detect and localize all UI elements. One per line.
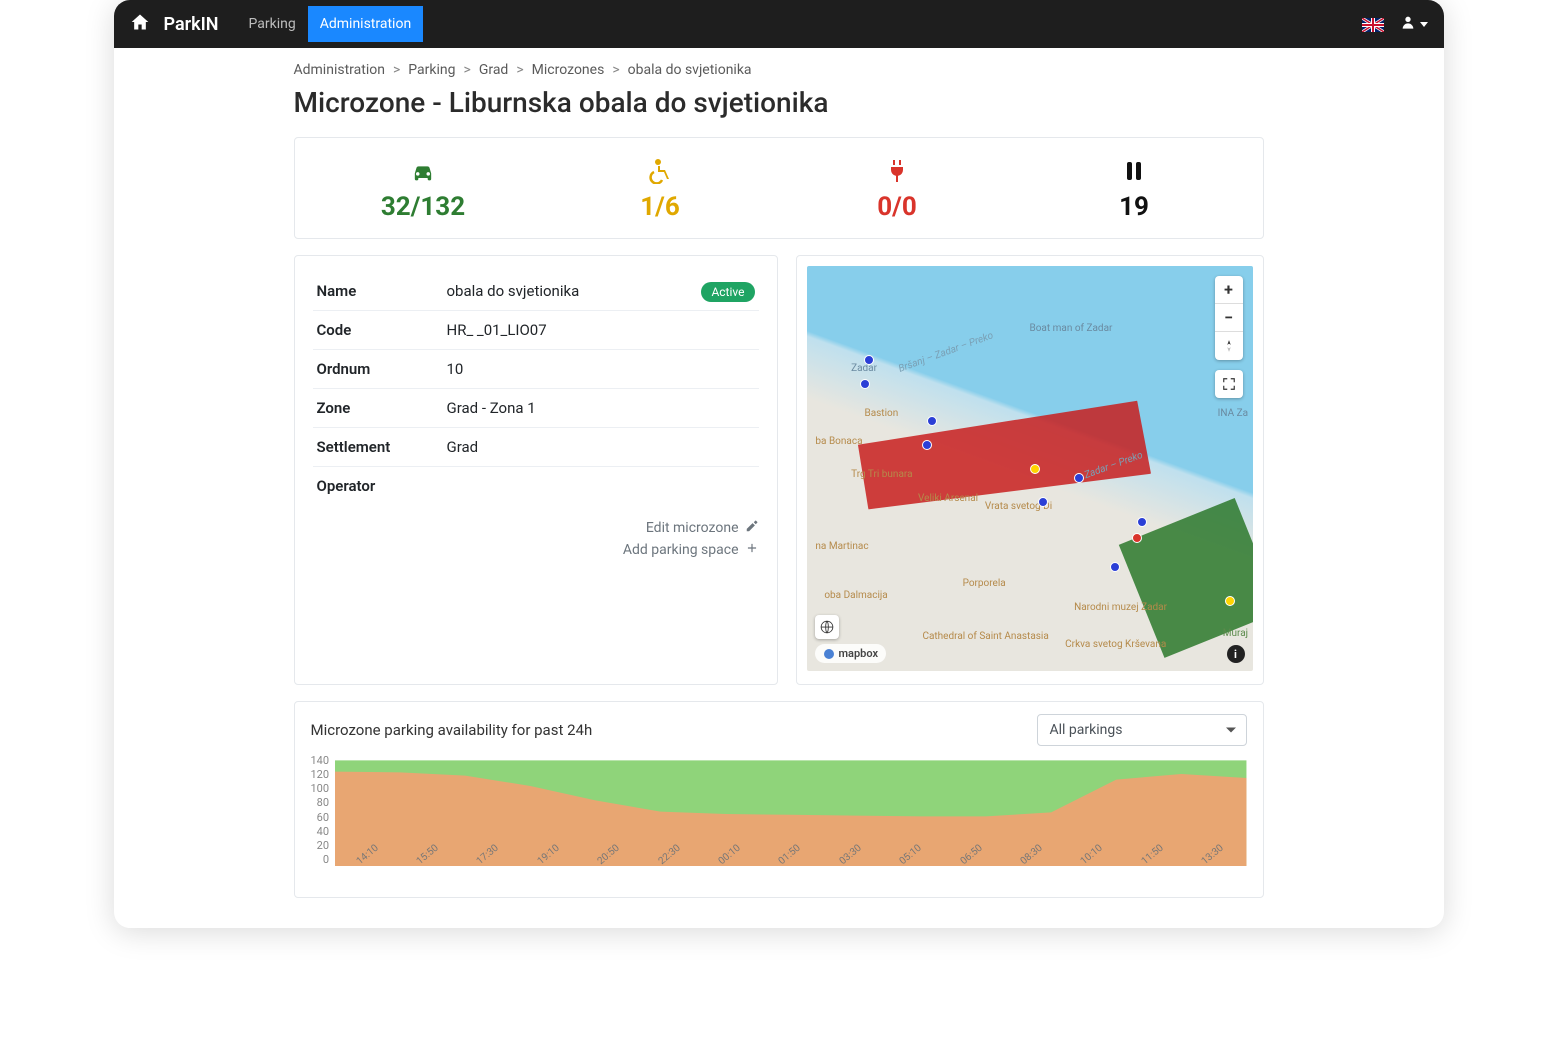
user-menu[interactable] [1400,14,1428,34]
plug-icon [779,156,1016,186]
map-marker[interactable] [927,416,937,426]
chart-filter-select[interactable]: All parkings [1037,714,1247,746]
edit-microzone-button[interactable]: Edit microzone [646,519,759,537]
plus-icon [745,541,759,559]
table-row: SettlementGrad [313,428,759,467]
breadcrumb: Administration> Parking> Grad> Microzone… [294,62,1264,78]
car-icon [305,156,542,186]
info-value: Grad [443,428,759,467]
map-marker[interactable] [1137,517,1147,527]
info-card: Name obala do svjetionika Active CodeHR_… [294,255,778,685]
info-label: Zone [313,389,443,428]
language-flag-icon[interactable] [1362,17,1384,31]
map-marker[interactable] [1225,596,1235,606]
info-value: obala do svjetionika [443,272,663,311]
add-parking-space-button[interactable]: Add parking space [623,541,759,559]
table-row: CodeHR_ _01_LIO07 [313,311,759,350]
page-title: Microzone - Liburnska obala do svjetioni… [294,86,1264,119]
chart-filter-value: All parkings [1050,722,1123,738]
map-zoom-out-button[interactable]: − [1215,304,1243,332]
stat-barrier: 19 [1016,156,1253,222]
edit-label: Edit microzone [646,520,739,536]
breadcrumb-item[interactable]: Administration [294,62,385,78]
map-card: Boat man of Zadar Zadar ba Bonaca Bastio… [796,255,1264,685]
info-label: Name [313,272,443,311]
map-marker[interactable] [860,379,870,389]
map-zoom-in-button[interactable]: + [1215,276,1243,304]
table-row: Operator [313,467,759,506]
map-label: Cathedral of Saint Anastasia [922,631,1048,642]
stat-car: 32/132 [305,156,542,222]
stats-card: 32/132 1/6 0/0 19 [294,137,1264,239]
map-zone-occupied [828,299,1165,577]
stat-accessible-value: 1/6 [542,192,779,222]
status-badge: Active [701,282,754,302]
chevron-down-icon [1420,22,1428,27]
chart-title: Microzone parking availability for past … [311,721,593,739]
table-row: Ordnum10 [313,350,759,389]
map-marker[interactable] [1110,562,1120,572]
map-label: oba Dalmacija [824,590,887,601]
map-marker[interactable] [1074,473,1084,483]
breadcrumb-item[interactable]: Microzones [532,62,605,78]
info-label: Ordnum [313,350,443,389]
barrier-icon [1016,156,1253,186]
brand-label[interactable]: ParkIN [164,14,219,35]
home-icon[interactable] [130,12,164,36]
info-value: Grad - Zona 1 [443,389,759,428]
info-value: 10 [443,350,759,389]
map-compass-button[interactable] [1215,332,1243,360]
table-row: Name obala do svjetionika Active [313,272,759,311]
chart-card: Microzone parking availability for past … [294,701,1264,898]
map-label: Narodni muzej Zadar [1074,602,1167,613]
map-marker[interactable] [1030,464,1040,474]
info-table: Name obala do svjetionika Active CodeHR_… [313,272,759,505]
stat-ev: 0/0 [779,156,1016,222]
map-label: Porporela [963,578,1006,589]
user-icon [1400,14,1416,34]
map-label: Muraj [1223,628,1248,639]
table-row: ZoneGrad - Zona 1 [313,389,759,428]
wheelchair-icon [542,156,779,186]
info-label: Code [313,311,443,350]
chart-x-axis: 14:1015:5017:3019:1020:5022:3000:1001:50… [341,870,1247,881]
stat-ev-value: 0/0 [779,192,1016,222]
top-navbar: ParkIN Parking Administration [114,0,1444,48]
map-label: Trg Tri bunara [851,469,912,480]
breadcrumb-item[interactable]: Grad [479,62,509,78]
map-label: Bastion [864,408,898,419]
map-label: Crkva svetog Krševana [1065,639,1166,650]
stat-car-value: 32/132 [305,192,542,222]
map-info-button[interactable]: i [1227,645,1245,663]
info-label: Settlement [313,428,443,467]
map-zoom-group: + − [1215,276,1243,360]
info-label: Operator [313,467,443,506]
map-surface[interactable]: Boat man of Zadar Zadar ba Bonaca Bastio… [807,266,1253,671]
info-value [443,467,759,506]
edit-icon [745,519,759,537]
breadcrumb-current: obala do svjetionika [628,62,752,78]
nav-link-administration[interactable]: Administration [308,6,423,42]
map-fullscreen-button[interactable] [1215,370,1243,398]
stat-barrier-value: 19 [1016,192,1253,222]
chart-y-axis: 140120100806040200 [311,754,336,866]
map-label: Veliki Arsenal [918,493,978,504]
nav-link-parking[interactable]: Parking [237,6,308,42]
chevron-down-icon [1226,728,1236,733]
map-label: ba Bonaca [815,436,862,447]
add-label: Add parking space [623,542,739,558]
map-label: Boat man of Zadar [1030,323,1113,334]
map-label: Bršanj – Zadar – Preko [897,330,995,375]
map-label: INA Za [1218,408,1248,419]
map-label: na Martinac [815,541,868,552]
map-attribution[interactable]: mapbox [815,644,887,663]
stat-accessible: 1/6 [542,156,779,222]
breadcrumb-item[interactable]: Parking [408,62,455,78]
map-label: Zadar [851,363,877,374]
map-globe-button[interactable] [815,615,839,639]
info-value: HR_ _01_LIO07 [443,311,759,350]
